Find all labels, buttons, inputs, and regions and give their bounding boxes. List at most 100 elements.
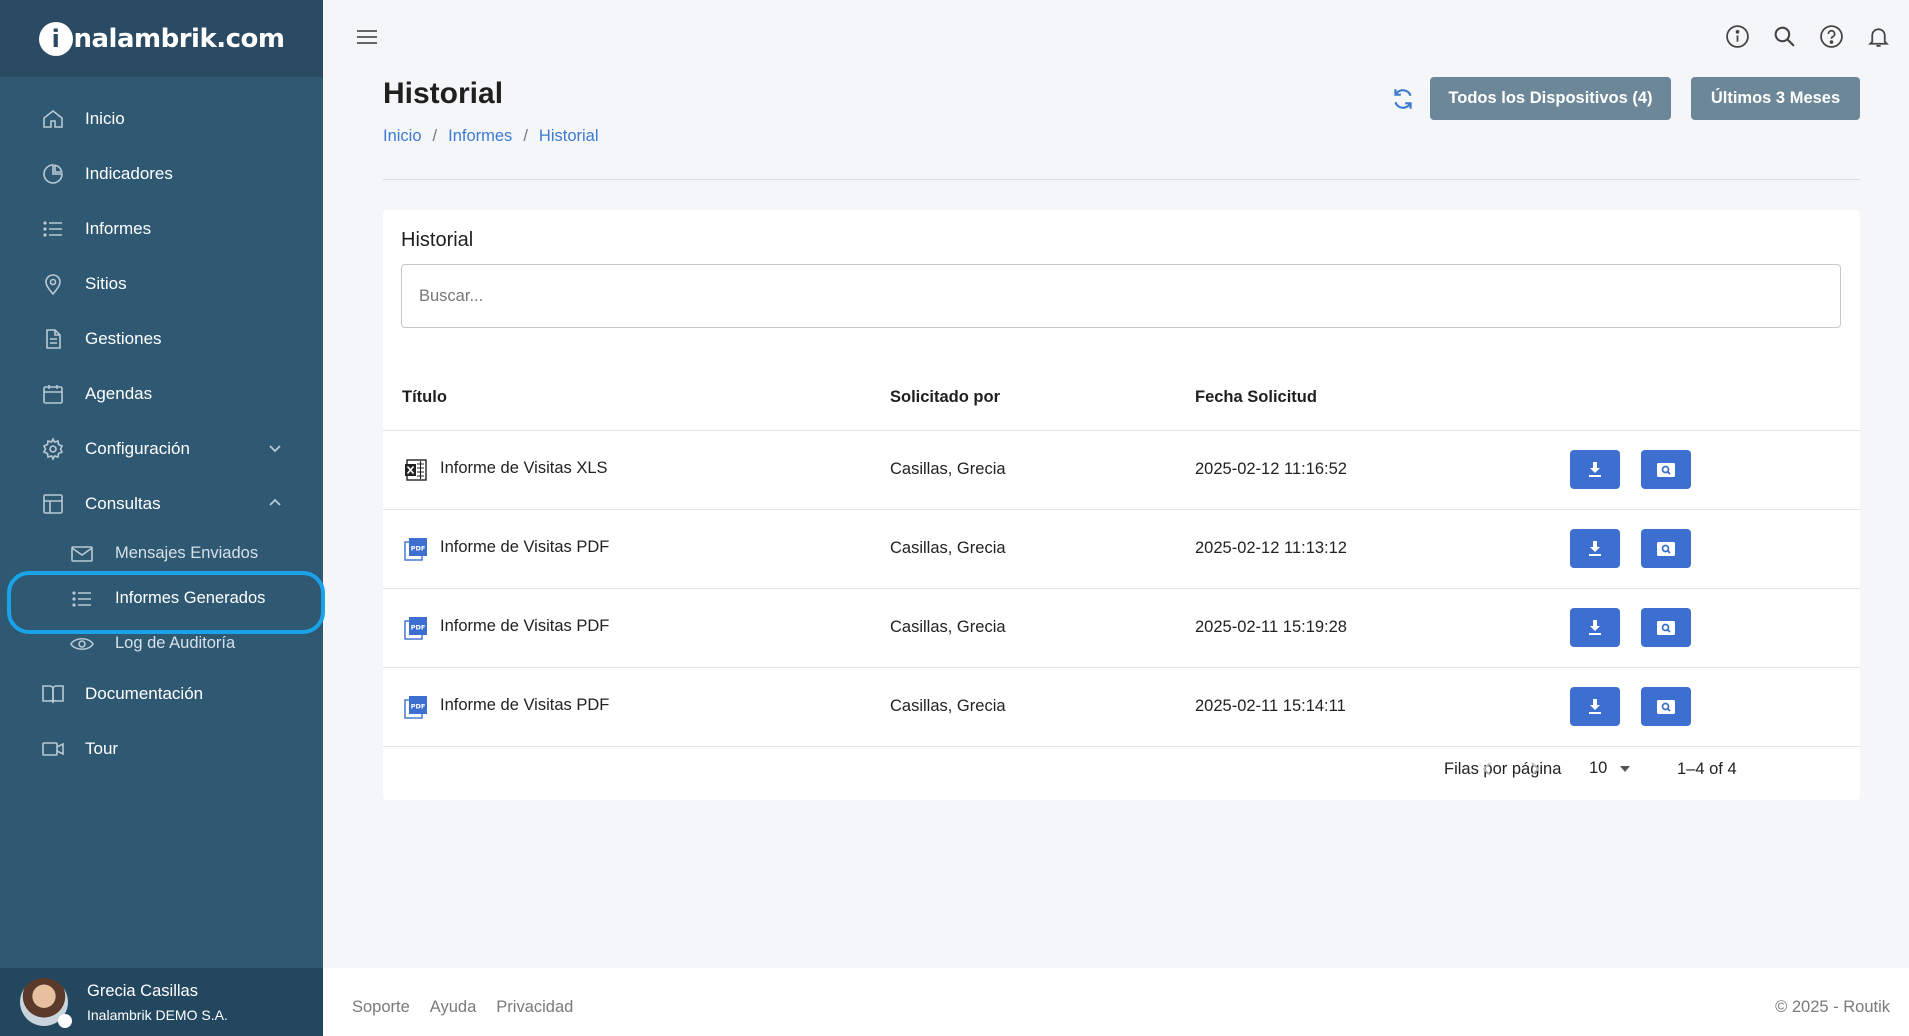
- sidebar-item-label: Gestiones: [85, 328, 162, 348]
- user-name: Grecia Casillas: [87, 981, 198, 1000]
- breadcrumb-separator: /: [432, 127, 438, 145]
- row-requested-by: Casillas, Grecia: [890, 460, 1006, 478]
- download-button[interactable]: [1570, 529, 1620, 568]
- sidebar-item-label: Documentación: [85, 683, 204, 703]
- sidebar-item-documentacion[interactable]: Documentación: [0, 666, 323, 721]
- breadcrumb: Inicio / Informes / Historial: [383, 127, 599, 146]
- footer: Soporte Ayuda Privacidad © 2025 - Routik: [323, 968, 1909, 1036]
- breadcrumb-inicio[interactable]: Inicio: [383, 127, 422, 146]
- excel-file-icon: [405, 459, 427, 481]
- table-row: PDF Informe de Visitas PDF Casillas, Gre…: [383, 589, 1860, 668]
- sidebar-subitem-log-auditoria[interactable]: Log de Auditoría: [0, 621, 323, 666]
- sidebar-item-label: Agendas: [85, 383, 153, 403]
- column-header-solicitado-por[interactable]: Solicitado por: [890, 388, 1000, 407]
- sidebar-nav: Inicio Indicadores Informes Sitios Gesti…: [0, 77, 325, 776]
- list-icon: [40, 216, 66, 242]
- hamburger-menu-icon[interactable]: [355, 26, 379, 48]
- refresh-icon[interactable]: [1390, 86, 1416, 112]
- sidebar-item-label: Sitios: [85, 273, 127, 293]
- book-icon: [40, 681, 66, 707]
- sidebar-item-configuracion[interactable]: Configuración: [0, 421, 323, 476]
- sidebar-item-gestiones[interactable]: Gestiones: [0, 311, 323, 366]
- table-row: PDF Informe de Visitas PDF Casillas, Gre…: [383, 668, 1860, 747]
- copyright: © 2025 - Routik: [1775, 998, 1890, 1016]
- help-icon[interactable]: [1819, 24, 1844, 49]
- search-input[interactable]: [401, 264, 1841, 328]
- list-icon: [70, 587, 94, 611]
- row-date: 2025-02-11 15:14:11: [1195, 697, 1346, 715]
- date-range-button[interactable]: Últimos 3 Meses: [1691, 77, 1860, 120]
- column-header-titulo[interactable]: Título: [402, 388, 447, 407]
- row-title: Informe de Visitas PDF: [440, 696, 610, 714]
- preview-button[interactable]: [1641, 608, 1691, 647]
- sidebar-subitem-mensajes-enviados[interactable]: Mensajes Enviados: [0, 531, 323, 576]
- bell-icon[interactable]: [1866, 24, 1891, 49]
- history-card: Historial Título Solicitado por Fecha So…: [383, 210, 1860, 800]
- logo-bar: i nalambrik.com: [0, 0, 323, 77]
- table-row: PDF Informe de Visitas PDF Casillas, Gre…: [383, 510, 1860, 589]
- sidebar-item-inicio[interactable]: Inicio: [0, 91, 323, 146]
- sidebar-item-sitios[interactable]: Sitios: [0, 256, 323, 311]
- sidebar-item-informes[interactable]: Informes: [0, 201, 323, 256]
- info-icon[interactable]: [1725, 24, 1750, 49]
- breadcrumb-historial[interactable]: Historial: [539, 127, 599, 146]
- top-toolbar: [1725, 24, 1891, 49]
- preview-icon: [1657, 620, 1675, 635]
- row-requested-by: Casillas, Grecia: [890, 539, 1006, 557]
- sidebar-item-label: Inicio: [85, 108, 125, 128]
- rows-per-page-select[interactable]: 10: [1589, 759, 1639, 778]
- sidebar-subitem-informes-generados[interactable]: Informes Generados: [0, 571, 325, 634]
- row-title: Informe de Visitas PDF: [440, 617, 610, 635]
- mail-icon: [70, 542, 94, 566]
- preview-button[interactable]: [1641, 687, 1691, 726]
- preview-button[interactable]: [1641, 450, 1691, 489]
- preview-icon: [1657, 541, 1675, 556]
- gear-icon: [40, 436, 66, 462]
- row-requested-by: Casillas, Grecia: [890, 618, 1006, 636]
- brand-logo[interactable]: i nalambrik.com: [38, 21, 285, 56]
- svg-text:PDF: PDF: [411, 545, 426, 553]
- preview-icon: [1657, 462, 1675, 477]
- pagination-range: 1–4 of 4: [1677, 760, 1737, 778]
- row-date: 2025-02-12 11:13:12: [1195, 539, 1347, 557]
- row-date: 2025-02-11 15:19:28: [1195, 618, 1347, 636]
- chevron-left-icon[interactable]: [1476, 758, 1498, 780]
- breadcrumb-informes[interactable]: Informes: [448, 127, 512, 146]
- download-button[interactable]: [1570, 687, 1620, 726]
- header-divider: [383, 179, 1860, 180]
- sidebar-item-tour[interactable]: Tour: [0, 721, 323, 776]
- home-icon: [40, 106, 66, 132]
- row-date: 2025-02-12 11:16:52: [1195, 460, 1347, 478]
- download-button[interactable]: [1570, 608, 1620, 647]
- pdf-file-icon: PDF: [404, 538, 427, 561]
- logo-text: nalambrik.com: [73, 23, 285, 54]
- sidebar-item-indicadores[interactable]: Indicadores: [0, 146, 323, 201]
- column-header-fecha-solicitud[interactable]: Fecha Solicitud: [1195, 388, 1317, 407]
- row-title: Informe de Visitas XLS: [440, 459, 608, 477]
- devices-filter-button[interactable]: Todos los Dispositivos (4): [1430, 77, 1671, 120]
- preview-icon: [1657, 699, 1675, 714]
- footer-link-privacidad[interactable]: Privacidad: [496, 998, 573, 1017]
- eye-icon: [70, 632, 94, 656]
- user-info: Grecia Casillas Inalambrik DEMO S.A.: [87, 982, 228, 1023]
- download-icon: [1589, 619, 1601, 635]
- sidebar-item-agendas[interactable]: Agendas: [0, 366, 323, 421]
- chevron-up-icon: [269, 498, 281, 506]
- rows-per-page-value: 10: [1589, 759, 1608, 777]
- footer-link-soporte[interactable]: Soporte: [352, 998, 410, 1017]
- chevron-right-icon[interactable]: [1524, 758, 1546, 780]
- download-button[interactable]: [1570, 450, 1620, 489]
- user-profile[interactable]: Grecia Casillas Inalambrik DEMO S.A.: [0, 968, 323, 1036]
- footer-link-ayuda[interactable]: Ayuda: [430, 998, 477, 1017]
- caret-down-icon: [1620, 765, 1631, 772]
- search-icon[interactable]: [1772, 24, 1797, 49]
- page-title: Historial: [383, 77, 504, 110]
- sidebar-item-consultas[interactable]: Consultas: [0, 476, 323, 531]
- map-pin-icon: [40, 271, 66, 297]
- pdf-file-icon: PDF: [404, 696, 427, 719]
- preview-button[interactable]: [1641, 529, 1691, 568]
- download-icon: [1589, 540, 1601, 556]
- table-header: Título Solicitado por Fecha Solicitud: [383, 360, 1860, 431]
- sidebar-subitem-label: Informes Generados: [115, 589, 266, 607]
- pagination: Filas por página 10 1–4 of 4: [383, 748, 1860, 788]
